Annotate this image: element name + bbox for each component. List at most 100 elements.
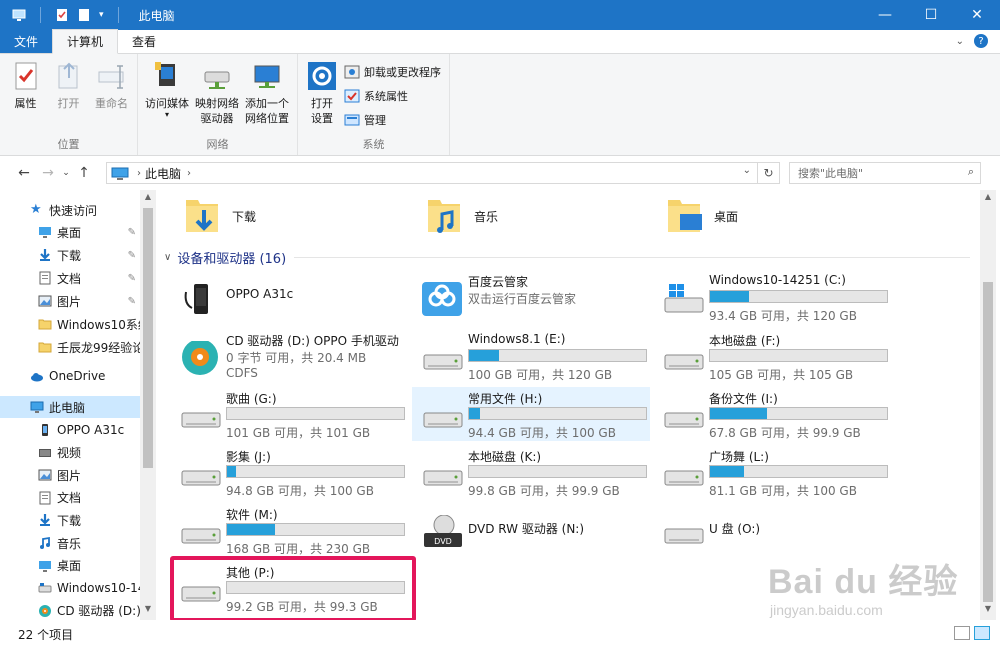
folder-tile[interactable]: 下载 <box>182 196 256 236</box>
sidebar-item[interactable]: 图片 <box>0 464 140 486</box>
video-icon <box>39 448 51 457</box>
nav-this-pc[interactable]: 此电脑 <box>0 396 140 418</box>
sidebar-item[interactable]: 视频 <box>0 442 140 464</box>
sidebar-item[interactable]: 壬辰龙99经验论 <box>0 336 140 358</box>
forward-button[interactable]: → <box>36 165 60 181</box>
svg-text:DVD: DVD <box>434 537 452 546</box>
chevron-down-icon[interactable]: ∨ <box>164 252 171 263</box>
tab-file[interactable]: 文件 <box>0 29 53 53</box>
pin-icon[interactable]: ✎ <box>128 273 136 284</box>
folder-tile[interactable]: 音乐 <box>424 196 498 236</box>
network-drive-icon <box>204 71 230 89</box>
devices-group-header[interactable]: ∨ 设备和驱动器 (16) <box>164 248 970 267</box>
nav-scrollbar[interactable]: ▲ ▼ <box>140 190 156 620</box>
drive-usage-fill <box>710 408 767 419</box>
navigation-pane: ★ 快速访问 桌面 ✎ 下载 ✎ 文档 ✎ 图片 ✎ Windows10系统壬辰龙99经验论 O… <box>0 190 156 620</box>
folder-tile[interactable]: 桌面 <box>664 196 738 236</box>
up-button[interactable]: ↑ <box>72 165 96 181</box>
maximize-icon: ☐ <box>924 7 938 23</box>
back-button[interactable]: ← <box>12 165 36 181</box>
sidebar-item[interactable]: 桌面 ✎ <box>0 221 140 243</box>
drive-icon <box>181 412 221 428</box>
pc-icon[interactable] <box>12 8 26 22</box>
sidebar-item-label: 壬辰龙99经验论 <box>57 340 140 355</box>
sidebar-item[interactable]: CD 驱动器 (D:) <box>0 600 140 620</box>
pin-icon[interactable]: ✎ <box>128 296 136 307</box>
drive-space-info: 100 GB 可用，共 120 GB <box>468 368 613 382</box>
tab-view[interactable]: 查看 <box>118 29 170 53</box>
sidebar-item[interactable]: 图片 ✎ <box>0 290 140 312</box>
nav-scroll-thumb[interactable] <box>143 208 153 468</box>
rename-button[interactable]: 重命名 <box>92 58 131 137</box>
scroll-down-icon[interactable]: ▼ <box>140 604 156 613</box>
sidebar-item[interactable]: Windows10-14 <box>0 577 140 599</box>
pin-icon[interactable]: ✎ <box>128 227 136 238</box>
search-input[interactable]: 搜索"此电脑" ⌕ <box>789 162 981 184</box>
minimize-button[interactable]: — <box>862 0 908 30</box>
drive-tile[interactable]: 广场舞 (L:) 81.1 GB 可用，共 100 GB <box>653 445 891 499</box>
maximize-button[interactable]: ☐ <box>908 0 954 30</box>
drive-icon <box>423 354 463 370</box>
drive-tile[interactable]: CD 驱动器 (D:) OPPO 手机驱动 0 字节 可用，共 20.4 MB CD… <box>170 329 408 383</box>
drive-tile[interactable]: 百度云管家 双击运行百度云管家 <box>412 270 650 324</box>
drive-tile[interactable]: 歌曲 (G:) 101 GB 可用，共 101 GB <box>170 387 408 441</box>
sidebar-item[interactable]: 文档 ✎ <box>0 267 140 289</box>
quick-access-toolbar: ▾ 此电脑 <box>0 7 175 24</box>
tab-computer[interactable]: 计算机 <box>52 29 119 54</box>
scroll-up-icon[interactable]: ▲ <box>140 192 156 201</box>
drive-tile[interactable]: 软件 (M:) 168 GB 可用，共 230 GB <box>170 503 408 557</box>
access-media-button[interactable]: 访问媒体 ▾ <box>144 58 190 137</box>
open-settings-button[interactable]: 打开 设置 <box>304 58 340 137</box>
breadcrumb[interactable]: 此电脑 <box>145 165 181 182</box>
drive-usage-bar <box>468 349 647 362</box>
sidebar-item[interactable]: Windows10系统 <box>0 313 140 335</box>
sidebar-item[interactable]: 文档 <box>0 487 140 509</box>
properties-button[interactable]: 属性 <box>6 58 45 137</box>
manage-button[interactable]: 管理 <box>344 110 441 130</box>
drive-tile[interactable]: Windows8.1 (E:) 100 GB 可用，共 120 GB <box>412 329 650 383</box>
drive-usage-bar <box>468 465 647 478</box>
sidebar-item[interactable]: 下载 <box>0 509 140 531</box>
sidebar-item-label: CD 驱动器 (D:) <box>57 604 140 619</box>
drive-tile[interactable]: Windows10-14251 (C:) 93.4 GB 可用，共 120 GB <box>653 270 891 324</box>
folder-icon <box>38 342 52 353</box>
sidebar-item[interactable]: 桌面 <box>0 555 140 577</box>
drive-tile[interactable]: DVD DVD RW 驱动器 (N:) <box>412 503 650 557</box>
sidebar-item[interactable]: OPPO A31c <box>0 419 140 441</box>
new-folder-icon[interactable] <box>77 8 91 22</box>
address-bar[interactable]: › 此电脑 › ⌄ ↻ <box>106 162 780 184</box>
pin-icon[interactable]: ✎ <box>128 250 136 261</box>
scroll-up-icon[interactable]: ▲ <box>980 192 996 201</box>
chevron-down-icon[interactable]: ▾ <box>99 10 104 20</box>
recent-locations-button[interactable]: ⌄ <box>60 168 72 178</box>
close-button[interactable]: ✕ <box>954 0 1000 30</box>
open-button[interactable]: 打开 <box>49 58 88 137</box>
system-properties-button[interactable]: 系统属性 <box>344 86 441 106</box>
help-icon[interactable]: ? <box>974 34 988 48</box>
sidebar-item[interactable]: 音乐 <box>0 532 140 554</box>
uninstall-program-button[interactable]: 卸载或更改程序 <box>344 62 441 82</box>
properties-icon[interactable] <box>55 8 69 22</box>
sidebar-item-label: 图片 <box>57 468 82 483</box>
chevron-down-icon[interactable]: ⌄ <box>743 165 751 176</box>
drive-tile[interactable]: OPPO A31c <box>170 270 408 324</box>
manage-icon <box>344 114 360 126</box>
drive-tile[interactable]: 其他 (P:) 99.2 GB 可用，共 99.3 GB <box>170 561 408 615</box>
drive-tile[interactable]: 本地磁盘 (K:) 99.8 GB 可用，共 99.9 GB <box>412 445 650 499</box>
chevron-down-icon[interactable]: ⌄ <box>956 36 964 47</box>
map-network-drive-button[interactable]: 映射网络 驱动器 <box>194 58 240 137</box>
sidebar-item[interactable]: 下载 ✎ <box>0 244 140 266</box>
group-label-system: 系统 <box>362 138 385 152</box>
add-network-location-button[interactable]: 添加一个 网络位置 <box>244 58 290 137</box>
desktop-folder-icon <box>668 200 702 232</box>
refresh-button[interactable]: ↻ <box>757 163 779 183</box>
nav-onedrive[interactable]: OneDrive <box>0 365 140 387</box>
address-row: ← → ⌄ ↑ › 此电脑 › ⌄ ↻ 搜索"此电脑" ⌕ <box>0 157 1000 189</box>
drive-tile[interactable]: 备份文件 (I:) 67.8 GB 可用，共 99.9 GB <box>653 387 891 441</box>
drive-tile[interactable]: 常用文件 (H:) 94.4 GB 可用，共 100 GB <box>412 387 650 441</box>
nav-quick-access[interactable]: ★ 快速访问 <box>0 199 140 221</box>
drive-tile[interactable]: 影集 (J:) 94.8 GB 可用，共 100 GB <box>170 445 408 499</box>
sidebar-item-label: OPPO A31c <box>57 423 125 437</box>
drive-usage-bar <box>709 465 888 478</box>
drive-tile[interactable]: 本地磁盘 (F:) 105 GB 可用，共 105 GB <box>653 329 891 383</box>
